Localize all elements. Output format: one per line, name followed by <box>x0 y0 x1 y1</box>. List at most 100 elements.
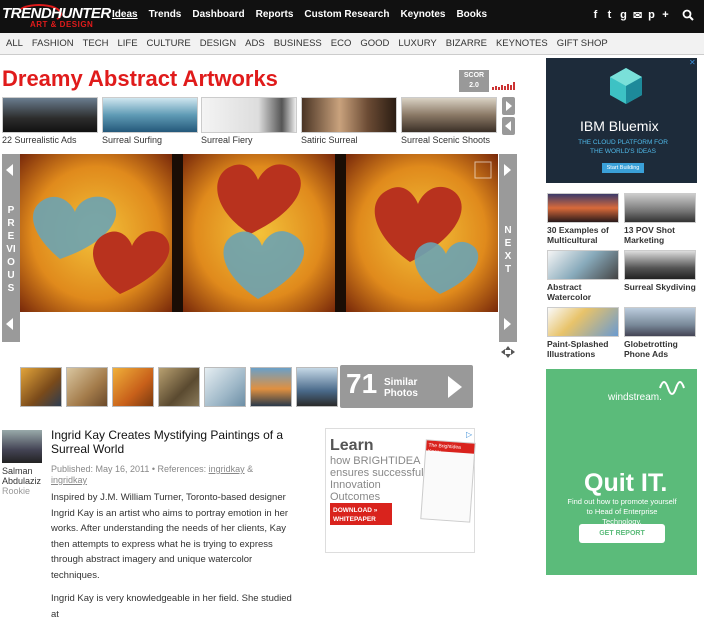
trend-thumbnail <box>547 250 619 280</box>
category-keynotes[interactable]: KEYNOTES <box>496 38 548 49</box>
nav-trends[interactable]: Trends <box>149 9 182 20</box>
category-all[interactable]: ALL <box>6 38 23 49</box>
related-item[interactable]: Surreal Scenic Shoots <box>401 97 497 147</box>
nav-custom-research[interactable]: Custom Research <box>304 9 389 20</box>
trend-item[interactable]: Paint-Splashed Illustrations <box>547 307 619 359</box>
download-whitepaper-button[interactable]: DOWNLOAD » WHITEPAPER <box>330 503 392 525</box>
thumbnail[interactable] <box>20 367 62 407</box>
category-good[interactable]: GOOD <box>360 38 389 49</box>
social-links: f t g ✉ p + <box>591 9 670 22</box>
category-culture[interactable]: CULTURE <box>147 38 191 49</box>
ad-choices-icon[interactable]: ▷ <box>466 430 472 439</box>
trend-item[interactable]: Globetrotting Phone Ads <box>624 307 696 359</box>
category-tech[interactable]: TECH <box>83 38 109 49</box>
nav-books[interactable]: Books <box>456 9 487 20</box>
related-thumbnail <box>201 97 297 133</box>
nav-ideas[interactable]: Ideas <box>112 9 138 20</box>
category-life[interactable]: LIFE <box>117 38 137 49</box>
related-next-arrow[interactable] <box>502 97 515 115</box>
category-design[interactable]: DESIGN <box>200 38 236 49</box>
related-caption: Satiric Surreal <box>301 135 358 145</box>
thumbnail[interactable] <box>66 367 108 407</box>
trendhunter-logo[interactable]: TRENDHUNTER ART & DESIGN <box>2 4 111 29</box>
category-gift-shop[interactable]: GIFT SHOP <box>557 38 608 49</box>
trend-item[interactable]: 30 Examples of Multicultural <box>547 193 619 245</box>
related-item[interactable]: Satiric Surreal <box>301 97 397 147</box>
start-building-button[interactable]: Start Building <box>602 163 644 173</box>
email-icon[interactable]: ✉ <box>633 9 642 22</box>
related-thumbnail <box>2 97 98 133</box>
trend-item[interactable]: Abstract Watercolor <box>547 250 619 302</box>
related-item[interactable]: 22 Surrealistic Ads <box>2 97 98 147</box>
top-bar: TRENDHUNTER ART & DESIGN Ideas Trends Da… <box>0 0 704 33</box>
reference-link[interactable]: ingridkay <box>51 475 87 485</box>
related-prev-arrow[interactable] <box>502 117 515 135</box>
brightidea-ad[interactable]: Learn how BRIGHTIDEA ensures successful … <box>325 428 476 553</box>
score-value: 2.0 <box>469 82 479 89</box>
previous-arrow-icon-bottom <box>0 318 13 330</box>
trend-thumbnail <box>624 307 696 337</box>
ad-close-icon[interactable]: ✕ <box>689 58 696 67</box>
ibm-bluemix-ad[interactable]: IBM Bluemix THE CLOUD PLATFORM FOR THE W… <box>546 58 697 183</box>
thumbnail[interactable] <box>158 367 200 407</box>
article-body: Inspired by J.M. William Turner, Toronto… <box>51 490 296 622</box>
thumbnail[interactable] <box>296 367 338 407</box>
score-badge: SCOR 2.0 <box>459 70 489 92</box>
trend-item[interactable]: Surreal Skydiving <box>624 250 696 302</box>
windstream-wave-icon <box>659 381 685 395</box>
similar-count: 71 <box>346 368 378 399</box>
related-caption: Surreal Fiery <box>201 135 253 145</box>
category-bizarre[interactable]: BIZARRE <box>446 38 487 49</box>
category-business[interactable]: BUSINESS <box>274 38 322 49</box>
related-item[interactable]: Surreal Fiery <box>201 97 297 147</box>
ad-line: Innovation <box>330 479 381 491</box>
category-ads[interactable]: ADS <box>245 38 265 49</box>
nav-reports[interactable]: Reports <box>256 9 294 20</box>
category-luxury[interactable]: LUXURY <box>398 38 436 49</box>
related-thumbnail <box>301 97 397 133</box>
category-eco[interactable]: ECO <box>331 38 352 49</box>
thumbnail[interactable] <box>250 367 292 407</box>
facebook-icon[interactable]: f <box>591 9 600 22</box>
meta-separator: & <box>244 464 254 474</box>
ad-line: how BRIGHTIDEA <box>330 455 421 467</box>
plus-icon[interactable]: + <box>661 9 670 22</box>
ad-headline: Quit IT. <box>584 469 668 497</box>
related-item[interactable]: Surreal Surfing <box>102 97 198 147</box>
nav-keynotes[interactable]: Keynotes <box>400 9 445 20</box>
reference-link[interactable]: ingridkay <box>209 464 245 474</box>
next-arrow-icon <box>504 164 517 176</box>
main-artwork-image[interactable] <box>20 154 498 312</box>
category-fashion[interactable]: FASHION <box>32 38 74 49</box>
nav-dashboard[interactable]: Dashboard <box>192 9 244 20</box>
windstream-brand: windstream. <box>608 392 662 403</box>
similar-label-line1: Similar <box>384 377 418 388</box>
author-name-last[interactable]: Abdulaziz <box>2 476 41 486</box>
search-icon[interactable] <box>682 9 694 21</box>
author-avatar[interactable] <box>2 430 42 463</box>
next-button[interactable]: NEXT <box>499 154 517 342</box>
trend-thumbnail <box>624 250 696 280</box>
trend-caption: Paint-Splashed Illustrations <box>547 340 609 359</box>
thumbnail[interactable] <box>204 367 246 407</box>
author-info: Salman Abdulaziz Rookie <box>2 466 41 496</box>
doc-title: The Brightidea Know <box>426 440 475 455</box>
get-report-button[interactable]: GET REPORT <box>579 524 665 543</box>
next-label: NEXT <box>504 225 512 275</box>
google-plus-icon[interactable]: g <box>619 9 628 22</box>
trend-item[interactable]: 13 POV Shot Marketing <box>624 193 696 245</box>
article-headline: Ingrid Kay Creates Mystifying Paintings … <box>51 428 284 456</box>
trend-thumbnail <box>547 193 619 223</box>
author-name-first[interactable]: Salman <box>2 466 41 476</box>
thumbnail[interactable] <box>112 367 154 407</box>
expand-icon[interactable] <box>501 346 515 358</box>
previous-arrow-icon <box>0 164 13 176</box>
pinterest-icon[interactable]: p <box>647 9 656 22</box>
windstream-ad[interactable]: windstream. Quit IT. Find out how to pro… <box>546 369 697 575</box>
trend-caption: 30 Examples of Multicultural <box>547 226 609 245</box>
similar-photos-button[interactable]: 71 Similar Photos <box>340 365 473 408</box>
twitter-icon[interactable]: t <box>605 9 614 22</box>
previous-button[interactable]: PREVIOUS <box>2 154 20 342</box>
published-date: Published: May 16, 2011 • References: <box>51 464 209 474</box>
related-caption: 22 Surrealistic Ads <box>2 135 77 145</box>
